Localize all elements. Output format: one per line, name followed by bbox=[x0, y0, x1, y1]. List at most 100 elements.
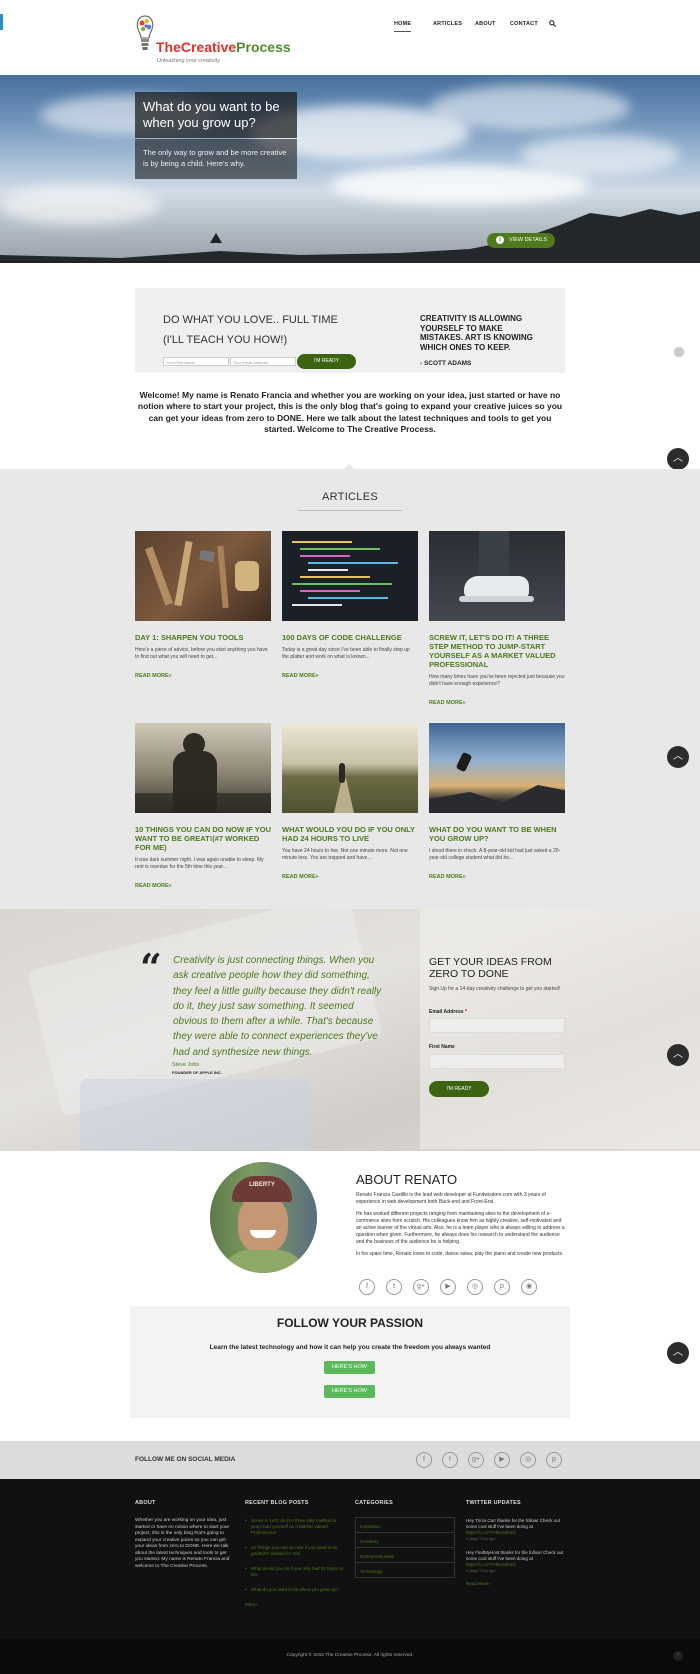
article-card[interactable]: WHAT WOULD YOU DO IF YOU ONLY HAD 24 HOU… bbox=[282, 723, 418, 880]
category-link[interactable]: Creativity bbox=[355, 1533, 455, 1548]
scroll-top-button[interactable]: ︿ bbox=[667, 448, 689, 470]
article-card[interactable]: 100 DAYS OF CODE CHALLENGE Today is a gr… bbox=[282, 531, 418, 679]
email-field[interactable] bbox=[429, 1018, 565, 1033]
footer-twitter: TWITTER UPDATES Hey Tricia Carr thanks f… bbox=[466, 1500, 566, 1586]
chevron-up-icon: ︿ bbox=[673, 1049, 683, 1060]
twitter-icon[interactable]: t bbox=[386, 1279, 402, 1295]
instagram-icon[interactable]: ◎ bbox=[467, 1279, 483, 1295]
category-link[interactable]: Inspiration bbox=[355, 1518, 455, 1533]
social-bar: FOLLOW ME ON SOCIAL MEDIA f t g+ ▶ ◎ p bbox=[0, 1441, 700, 1479]
edge-tab[interactable] bbox=[0, 14, 3, 30]
article-title[interactable]: WHAT WOULD YOU DO IF YOU ONLY HAD 24 HOU… bbox=[282, 825, 418, 843]
back-to-top-icon[interactable]: ^ bbox=[673, 1651, 683, 1661]
about-paragraph: In his spare time, Renato loves to code,… bbox=[356, 1251, 564, 1257]
about-paragraph: He has worked different projects ranging… bbox=[356, 1211, 565, 1245]
article-title[interactable]: DAY 1: SHARPEN YOU TOOLS bbox=[135, 633, 271, 642]
email-label: Email Address * bbox=[429, 1009, 467, 1015]
youtube-icon[interactable]: ▶ bbox=[440, 1279, 456, 1295]
youtube-icon[interactable]: ▶ bbox=[494, 1452, 510, 1468]
info-icon: i bbox=[496, 236, 504, 244]
article-image-jump[interactable] bbox=[429, 723, 565, 813]
footer-about: ABOUT Whether you are working on your id… bbox=[135, 1500, 235, 1570]
recent-post-link[interactable]: What would you do if you only had 24 hou… bbox=[245, 1566, 345, 1578]
article-card[interactable]: SCREW IT, LET'S DO IT! A THREE STEP METH… bbox=[429, 531, 565, 706]
first-name-field[interactable] bbox=[429, 1054, 565, 1069]
cta-box: DO WHAT YOU LOVE.. FULL TIME (I'LL TEACH… bbox=[135, 288, 565, 373]
article-card[interactable]: DAY 1: SHARPEN YOU TOOLS Here's a piece … bbox=[135, 531, 271, 679]
scroll-top-button[interactable]: ︿ bbox=[667, 1342, 689, 1364]
article-excerpt: How many times have you've been rejected… bbox=[429, 674, 565, 687]
article-title[interactable]: 100 DAYS OF CODE CHALLENGE bbox=[282, 633, 418, 642]
article-card[interactable]: WHAT DO YOU WANT TO BE WHEN YOU GROW UP?… bbox=[429, 723, 565, 880]
article-title[interactable]: SCREW IT, LET'S DO IT! A THREE STEP METH… bbox=[429, 633, 565, 669]
passion-heading: FOLLOW YOUR PASSION bbox=[276, 1316, 424, 1330]
article-title[interactable]: 10 THINGS YOU CAN DO NOW IF YOU WANT TO … bbox=[135, 825, 271, 852]
footer-about-heading: ABOUT bbox=[135, 1500, 156, 1506]
read-more-link[interactable]: READ MORE» bbox=[282, 673, 418, 679]
site-logo[interactable]: TheCreativeProcess Unleashing your creat… bbox=[134, 12, 291, 64]
cta-email-input[interactable]: Your Email Address bbox=[230, 357, 296, 366]
article-image-silhouette[interactable] bbox=[135, 723, 271, 813]
signup-heading: GET YOUR IDEAS FROM ZERO TO DONE bbox=[429, 956, 552, 980]
first-name-label: First Name bbox=[429, 1044, 455, 1050]
nav-home[interactable]: HOME bbox=[394, 17, 412, 32]
google-plus-icon[interactable]: g+ bbox=[413, 1279, 429, 1295]
side-dot[interactable] bbox=[674, 347, 684, 357]
cta-im-ready-button[interactable]: I'M READY bbox=[297, 354, 356, 369]
tweet-link[interactable]: https://t.co/7YHfueWbaG bbox=[466, 1530, 516, 1535]
article-image-code[interactable] bbox=[282, 531, 418, 621]
twitter-icon[interactable]: t bbox=[442, 1452, 458, 1468]
recent-post-link[interactable]: 10 Things you can do now if you want to … bbox=[245, 1545, 345, 1557]
article-image-tools[interactable] bbox=[135, 531, 271, 621]
hero-title: What do you want to be when you grow up? bbox=[135, 92, 297, 138]
follow-passion-box: FOLLOW YOUR PASSION Learn the latest tec… bbox=[130, 1306, 570, 1418]
facebook-icon[interactable]: f bbox=[416, 1452, 432, 1468]
read-more-link[interactable]: READ MORE» bbox=[135, 673, 271, 679]
tweet-link[interactable]: https://t.co/7YHfueWbaG bbox=[466, 1562, 516, 1567]
quote-author-role: FOUNDER OF APPLE INC. bbox=[172, 1070, 222, 1075]
google-plus-icon[interactable]: g+ bbox=[468, 1452, 484, 1468]
pinterest-icon[interactable]: p bbox=[494, 1279, 510, 1295]
twitter-read-more-link[interactable]: Read More» bbox=[466, 1581, 566, 1586]
article-title[interactable]: WHAT DO YOU WANT TO BE WHEN YOU GROW UP? bbox=[429, 825, 565, 843]
tweet: Hey Tricia Carr thanks for the follow! C… bbox=[466, 1518, 566, 1542]
article-image-road[interactable] bbox=[282, 723, 418, 813]
hero-caption: What do you want to be when you grow up?… bbox=[135, 92, 297, 252]
search-icon[interactable] bbox=[549, 20, 556, 27]
article-excerpt: You have 24 hours to live. Not one minut… bbox=[282, 848, 408, 861]
article-image-sneaker[interactable] bbox=[429, 531, 565, 621]
about-section: ABOUT RENATO Renato Francia Castillo is … bbox=[356, 1172, 566, 1258]
instagram-icon[interactable]: ◎ bbox=[520, 1452, 536, 1468]
heres-how-button[interactable]: HERE'S HOW bbox=[324, 1361, 375, 1374]
facebook-icon[interactable]: f bbox=[359, 1279, 375, 1295]
nav-about[interactable]: ABOUT bbox=[475, 17, 496, 27]
nav-articles[interactable]: ARTICLES bbox=[433, 17, 462, 27]
copyright-text: Copyright © 2015 The Creative Process. A… bbox=[286, 1653, 414, 1658]
read-more-link[interactable]: READ MORE» bbox=[429, 874, 565, 880]
github-icon[interactable]: ◉ bbox=[521, 1279, 537, 1295]
pinterest-icon[interactable]: p bbox=[546, 1452, 562, 1468]
quote-author: Steve Jobs bbox=[172, 1062, 200, 1068]
read-more-link[interactable]: READ MORE» bbox=[282, 874, 418, 880]
lightbulb-logo-icon bbox=[136, 15, 154, 50]
heres-how-button[interactable]: HERE'S HOW bbox=[324, 1385, 375, 1398]
slider-progress bbox=[0, 261, 167, 263]
scroll-top-button[interactable]: ︿ bbox=[667, 746, 689, 768]
cta-first-name-input[interactable]: Your First Name bbox=[163, 357, 229, 366]
nav-contact[interactable]: CONTACT bbox=[510, 17, 538, 27]
read-more-link[interactable]: READ MORE» bbox=[135, 883, 271, 889]
footer-about-text: Whether you are working on your idea, ju… bbox=[135, 1518, 230, 1569]
recent-post-link[interactable]: What do you want to be when you grow up? bbox=[245, 1587, 345, 1593]
recent-post-link[interactable]: Screw it, Let's do it! A three step meth… bbox=[245, 1518, 345, 1536]
category-link[interactable]: Technology bbox=[355, 1563, 455, 1578]
view-details-button[interactable]: i VIEW DETAILS bbox=[487, 233, 555, 248]
signup-im-ready-button[interactable]: I'M READY bbox=[429, 1081, 489, 1097]
category-link[interactable]: Entrepreneurship bbox=[355, 1548, 455, 1563]
signup-subtext: Sign Up for a 14-day creativity challeng… bbox=[429, 986, 561, 992]
article-card[interactable]: 10 THINGS YOU CAN DO NOW IF YOU WANT TO … bbox=[135, 723, 271, 889]
read-more-link[interactable]: READ MORE» bbox=[429, 700, 565, 706]
article-excerpt: It was dark summer night. I was again un… bbox=[135, 857, 264, 870]
categories-heading: CATEGORIES bbox=[355, 1500, 393, 1506]
scroll-top-button[interactable]: ︿ bbox=[667, 1044, 689, 1066]
recent-more-link[interactable]: More» bbox=[245, 1602, 345, 1607]
